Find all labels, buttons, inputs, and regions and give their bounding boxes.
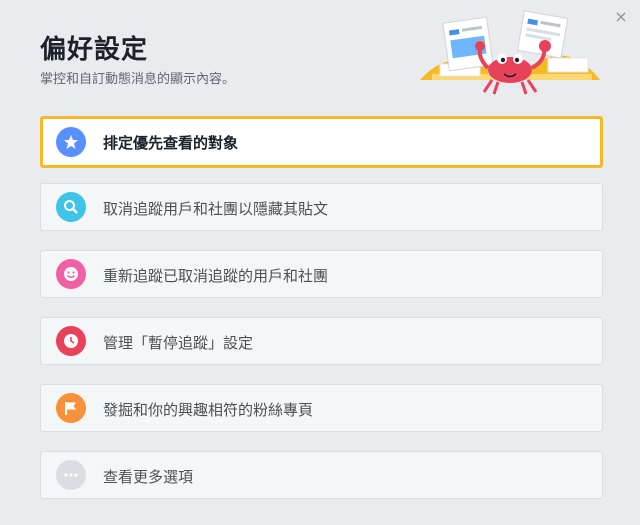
star-icon bbox=[56, 127, 86, 157]
smile-icon bbox=[56, 259, 86, 289]
option-label: 查看更多選項 bbox=[103, 468, 194, 486]
option-label: 重新追蹤已取消追蹤的用戶和社團 bbox=[103, 267, 329, 285]
option-label: 發掘和你的興趣相符的粉絲專頁 bbox=[103, 401, 314, 419]
crab-illustration bbox=[420, 10, 600, 95]
reconnect-with-unfollowed-option[interactable]: 重新追蹤已取消追蹤的用戶和社團 bbox=[40, 250, 603, 298]
prioritize-who-to-see-first-option[interactable]: 排定優先查看的對象 bbox=[40, 116, 603, 168]
discover-pages-option[interactable]: 發掘和你的興趣相符的粉絲專頁 bbox=[40, 384, 603, 432]
preferences-list: 排定優先查看的對象 取消追蹤用戶和社團以隱藏其貼文 重新追蹤已取消追蹤的用戶和社… bbox=[40, 116, 603, 518]
option-label: 取消追蹤用戶和社團以隱藏其貼文 bbox=[103, 200, 329, 218]
news-feed-preferences-dialog: × 偏好設定 掌控和自訂動態消息的顯示內容。 排定優先查看的對象 取消追蹤用戶和… bbox=[0, 0, 640, 525]
option-label: 管理「暫停追蹤」設定 bbox=[103, 334, 254, 352]
flag-icon bbox=[56, 393, 86, 423]
option-label: 排定優先查看的對象 bbox=[103, 134, 239, 152]
manage-snooze-settings-option[interactable]: 管理「暫停追蹤」設定 bbox=[40, 317, 603, 365]
close-icon[interactable]: × bbox=[612, 8, 630, 26]
unfollow-to-hide-posts-option[interactable]: 取消追蹤用戶和社團以隱藏其貼文 bbox=[40, 183, 603, 231]
see-more-options-option[interactable]: 查看更多選項 bbox=[40, 451, 603, 499]
page-title: 偏好設定 bbox=[40, 35, 149, 65]
clock-icon bbox=[56, 326, 86, 356]
search-icon bbox=[56, 192, 86, 222]
more-icon bbox=[56, 460, 86, 490]
page-subtitle: 掌控和自訂動態消息的顯示內容。 bbox=[40, 72, 236, 87]
